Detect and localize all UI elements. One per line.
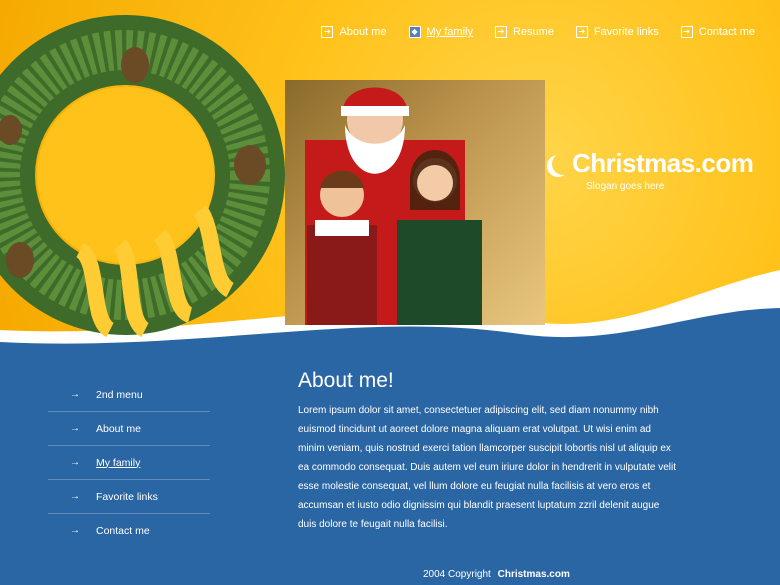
main-content: About me! Lorem ipsum dolor sit amet, co…: [298, 369, 678, 534]
logo-brand-text: Christmas.com: [572, 148, 754, 178]
logo-slogan: Slogan goes here: [586, 181, 665, 192]
arrow-right-icon: ◆: [408, 26, 421, 38]
arrow-right-icon: →: [70, 491, 80, 502]
arrow-right-icon: →: [70, 525, 80, 536]
top-nav-contact-me[interactable]: ➔ Contact me: [680, 26, 755, 38]
arrow-right-icon: ➔: [494, 26, 507, 38]
footer-brand: Christmas.com: [497, 569, 570, 580]
top-nav-label: Favorite links: [593, 26, 659, 38]
page-title: About me!: [298, 369, 394, 392]
santa-family-photo: [285, 80, 545, 325]
left-menu-item-about-me[interactable]: → About me: [48, 412, 210, 446]
left-menu-label: Contact me: [96, 524, 150, 537]
arrow-right-icon: →: [70, 423, 80, 434]
arrow-right-icon: ➔: [680, 26, 693, 38]
left-menu-item-favorite-links[interactable]: → Favorite links: [48, 480, 210, 514]
body-text: Lorem ipsum dolor sit amet, consectetuer…: [298, 405, 676, 530]
top-nav-label: About me: [339, 26, 387, 38]
arrow-right-icon: ➔: [321, 26, 334, 38]
left-menu-item-contact-me[interactable]: → Contact me: [48, 514, 210, 547]
top-nav-my-family[interactable]: ◆ My family: [408, 26, 473, 38]
left-menu-label: About me: [96, 422, 141, 435]
site-logo[interactable]: Christmas.com Slogan goes here: [546, 148, 754, 192]
top-nav-label: Contact me: [698, 26, 755, 38]
left-menu-label: My family: [96, 456, 141, 469]
footer: 2004 Copyright Christmas.com: [423, 569, 570, 580]
arrow-right-icon: →: [70, 389, 80, 400]
wreath-image: [0, 15, 285, 338]
left-menu-label: Favorite links: [96, 490, 158, 503]
left-menu-item-my-family[interactable]: → My family: [48, 446, 210, 480]
top-nav-favorite-links[interactable]: ➔ Favorite links: [575, 26, 659, 38]
arrow-right-icon: ➔: [575, 26, 588, 38]
moon-icon: [552, 153, 574, 175]
top-navigation: ➔ About me ◆ My family ➔ Resume ➔ Favori…: [321, 26, 755, 38]
left-menu-label: 2nd menu: [96, 388, 143, 401]
footer-copyright: 2004 Copyright: [423, 569, 491, 580]
top-nav-about-me[interactable]: ➔ About me: [321, 26, 387, 38]
top-nav-label: Resume: [512, 26, 554, 38]
arrow-right-icon: →: [70, 457, 80, 468]
top-nav-resume[interactable]: ➔ Resume: [494, 26, 554, 38]
top-nav-label: My family: [426, 26, 473, 38]
left-menu-item-2nd-menu[interactable]: → 2nd menu: [48, 378, 210, 412]
left-menu: → 2nd menu → About me → My family → Favo…: [48, 378, 210, 547]
